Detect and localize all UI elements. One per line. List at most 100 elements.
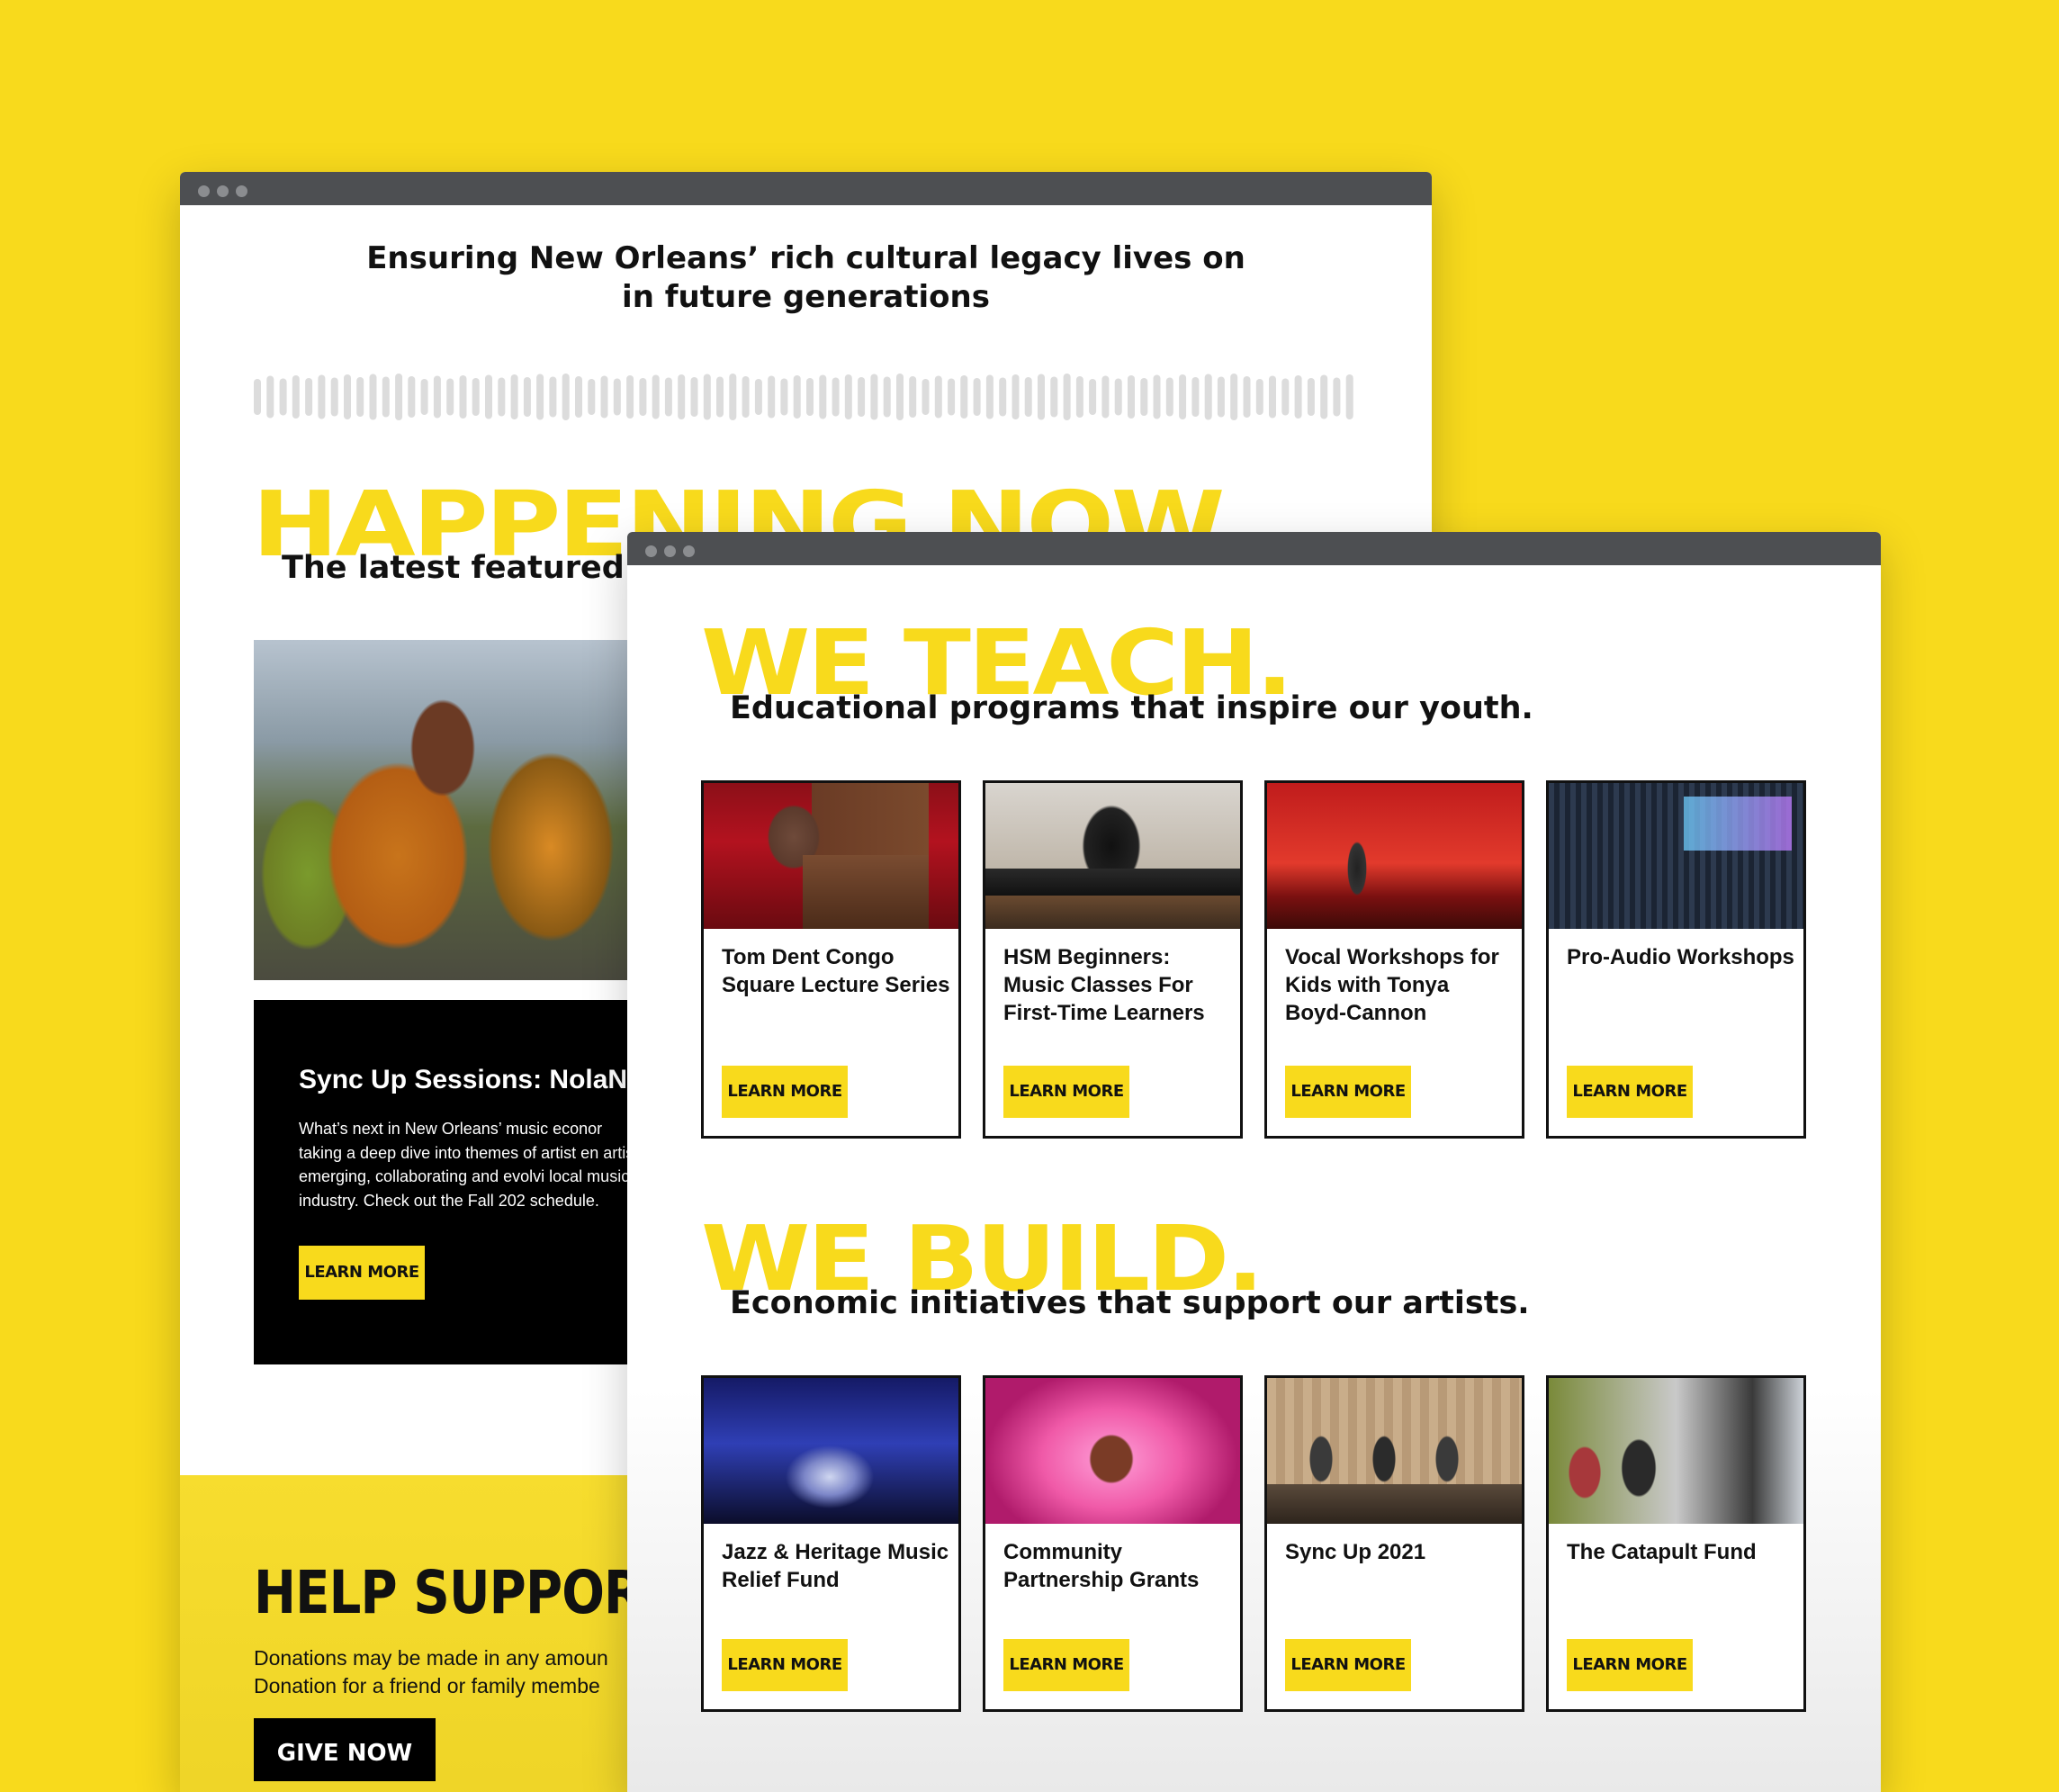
squiggle-stroke: [1255, 379, 1263, 415]
window-controls: [198, 185, 247, 197]
squiggle-stroke: [536, 374, 544, 420]
squiggle-stroke: [588, 379, 596, 415]
squiggle-stroke: [922, 379, 930, 415]
squiggle-stroke: [1165, 377, 1173, 417]
window-dot-icon[interactable]: [198, 185, 210, 197]
squiggle-stroke: [600, 375, 608, 419]
window-dot-icon[interactable]: [217, 185, 229, 197]
squiggle-stroke: [780, 378, 788, 416]
give-now-button[interactable]: GIVE NOW: [254, 1718, 436, 1781]
squiggle-stroke: [1307, 378, 1315, 416]
squiggle-stroke: [844, 374, 852, 419]
squiggle-stroke: [1243, 376, 1251, 418]
squiggle-stroke: [909, 376, 917, 418]
squiggle-stroke: [1101, 375, 1110, 419]
squiggle-stroke: [985, 374, 994, 419]
learn-more-button[interactable]: LEARN MORE: [1567, 1639, 1693, 1691]
happening-now-subtitle: The latest featured o: [282, 550, 658, 586]
featured-event-title: Sync Up Sessions: NolaNex: [299, 1065, 658, 1094]
window-dot-icon[interactable]: [645, 545, 657, 557]
squiggle-stroke: [742, 376, 750, 418]
squiggle-stroke: [1024, 377, 1032, 417]
squiggle-stroke: [1114, 378, 1122, 416]
initiative-card-title: The Catapult Fund: [1567, 1540, 1757, 1564]
squiggle-stroke: [498, 377, 506, 417]
squiggle-stroke: [858, 377, 866, 417]
squiggle-stroke: [1281, 378, 1290, 416]
learn-more-button[interactable]: LEARN MORE: [1003, 1639, 1129, 1691]
squiggle-stroke: [639, 378, 647, 416]
initiative-card-title: Community Partnership Grants: [1003, 1540, 1200, 1592]
program-card[interactable]: Pro-Audio Workshops LEARN MORE: [1546, 780, 1806, 1139]
squiggle-stroke: [1294, 375, 1302, 419]
learn-more-button[interactable]: LEARN MORE: [722, 1066, 848, 1118]
squiggle-stroke: [1012, 374, 1020, 419]
window-dot-icon[interactable]: [236, 185, 247, 197]
program-card-image: [1267, 783, 1522, 929]
window-dot-icon[interactable]: [683, 545, 695, 557]
squiggle-stroke: [330, 377, 338, 417]
program-card-image: [1549, 783, 1803, 929]
squiggle-stroke: [690, 377, 698, 417]
squiggle-stroke: [960, 375, 968, 419]
squiggle-stroke: [768, 375, 776, 419]
initiative-card-title: Jazz & Heritage Music Relief Fund: [722, 1540, 949, 1592]
program-card-title: Pro-Audio Workshops: [1567, 945, 1794, 969]
squiggle-stroke: [562, 374, 570, 420]
squiggle-stroke: [793, 375, 801, 419]
squiggle-stroke: [1320, 374, 1328, 419]
squiggle-stroke: [1128, 375, 1135, 419]
squiggle-stroke: [549, 376, 557, 418]
squiggle-stroke: [1217, 376, 1225, 418]
squiggle-stroke: [1191, 377, 1200, 417]
squiggle-stroke: [999, 377, 1007, 417]
program-card[interactable]: HSM Beginners: Music Classes For First-T…: [983, 780, 1243, 1139]
squiggle-stroke: [664, 377, 672, 417]
squiggle-stroke: [1038, 374, 1045, 420]
squiggle-stroke: [1089, 379, 1097, 415]
initiative-card[interactable]: Community Partnership Grants LEARN MORE: [983, 1375, 1243, 1712]
program-card-image: [985, 783, 1240, 929]
window-controls: [645, 545, 695, 557]
squiggle-stroke: [870, 374, 878, 420]
program-card-image: [704, 783, 958, 929]
squiggle-stroke: [1333, 377, 1341, 417]
learn-more-button[interactable]: LEARN MORE: [722, 1639, 848, 1691]
program-card[interactable]: Vocal Workshops for Kids with Tonya Boyd…: [1264, 780, 1524, 1139]
squiggle-stroke: [420, 379, 428, 415]
we-teach-subtitle: Educational programs that inspire our yo…: [730, 690, 1533, 726]
we-build-subtitle: Economic initiatives that support our ar…: [730, 1285, 1530, 1321]
squiggle-stroke: [716, 376, 724, 418]
squiggle-stroke: [510, 374, 518, 419]
support-description: Donations may be made in any amoun Donat…: [254, 1644, 632, 1700]
support-description-line-1: Donations may be made in any amoun: [254, 1646, 608, 1670]
squiggle-stroke: [1153, 374, 1161, 419]
squiggle-stroke: [1179, 374, 1187, 419]
squiggle-stroke: [703, 374, 711, 420]
squiggle-stroke: [408, 376, 416, 418]
tagline-line-1: Ensuring New Orleans’ rich cultural lega…: [366, 240, 1245, 276]
featured-learn-more-button[interactable]: LEARN MORE: [299, 1246, 425, 1300]
browser-titlebar: [627, 532, 1881, 565]
learn-more-button[interactable]: LEARN MORE: [1285, 1639, 1411, 1691]
squiggle-stroke: [523, 377, 531, 417]
squiggle-stroke: [1063, 374, 1071, 420]
squiggle-stroke: [652, 374, 660, 419]
initiative-card-image: [704, 1378, 958, 1524]
featured-event-photo[interactable]: [254, 640, 632, 980]
squiggle-stroke: [806, 378, 814, 416]
browser-titlebar: [180, 172, 1432, 205]
squiggle-stroke: [832, 377, 840, 417]
initiative-card[interactable]: Jazz & Heritage Music Relief Fund LEARN …: [701, 1375, 961, 1712]
initiative-card-image: [1267, 1378, 1522, 1524]
window-dot-icon[interactable]: [664, 545, 676, 557]
learn-more-button[interactable]: LEARN MORE: [1567, 1066, 1693, 1118]
squiggle-stroke: [446, 378, 454, 416]
squiggle-stroke: [395, 374, 403, 420]
front-browser-window: WE TEACH. Educational programs that insp…: [627, 532, 1881, 1792]
learn-more-button[interactable]: LEARN MORE: [1003, 1066, 1129, 1118]
initiative-card[interactable]: The Catapult Fund LEARN MORE: [1546, 1375, 1806, 1712]
initiative-card[interactable]: Sync Up 2021 LEARN MORE: [1264, 1375, 1524, 1712]
program-card[interactable]: Tom Dent Congo Square Lecture Series LEA…: [701, 780, 961, 1139]
learn-more-button[interactable]: LEARN MORE: [1285, 1066, 1411, 1118]
